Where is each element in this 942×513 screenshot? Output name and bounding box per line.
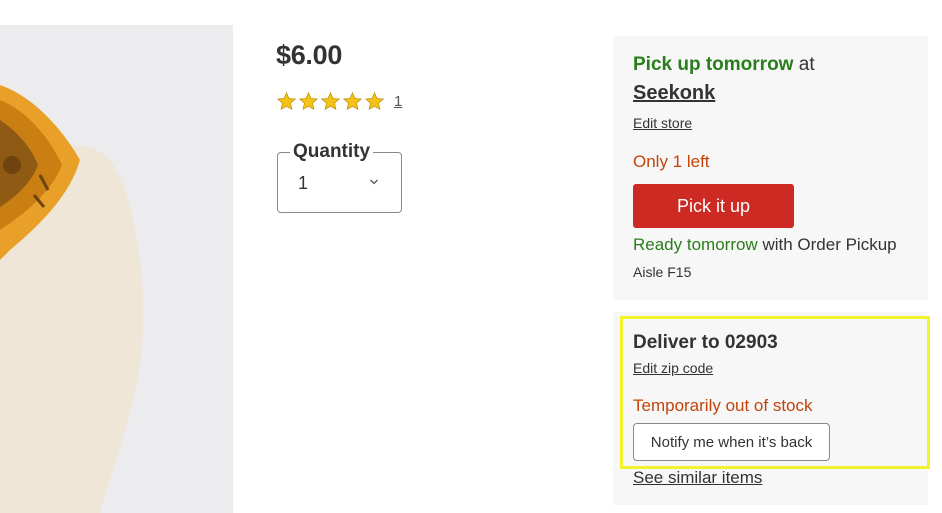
pickup-card: Pick up tomorrow at Seekonk Edit store O… [613, 36, 928, 300]
stock-note: Only 1 left [633, 152, 710, 171]
quantity-label: Quantity [290, 141, 374, 163]
star-icon [298, 91, 319, 110]
aisle-location: Aisle F15 [633, 264, 692, 280]
stock-status: Temporarily out of stock [633, 396, 813, 415]
see-similar-items-link[interactable]: See similar items [633, 468, 762, 488]
edit-store-link[interactable]: Edit store [633, 115, 692, 131]
quantity-select[interactable]: Quantity 1 [277, 141, 402, 213]
pickup-at: at [793, 54, 815, 75]
product-price: $6.00 [276, 40, 343, 70]
ready-timing: Ready tomorrow [633, 235, 758, 254]
pickup-timing: Pick up tomorrow [633, 54, 794, 75]
chevron-down-icon [370, 179, 378, 185]
pickup-headline: Pick up tomorrow at [633, 54, 815, 76]
star-icon [276, 91, 297, 110]
delivery-card: Deliver to 02903 Edit zip code Temporari… [613, 312, 928, 505]
star-icon [364, 91, 385, 110]
notify-me-button[interactable]: Notify me when it’s back [633, 423, 830, 461]
star-icon [320, 91, 341, 110]
pick-it-up-button[interactable]: Pick it up [633, 184, 794, 228]
scarf-on-mannequin-image [0, 25, 233, 513]
store-name-link[interactable]: Seekonk [633, 82, 715, 105]
edit-zip-link[interactable]: Edit zip code [633, 360, 713, 376]
rating-row[interactable]: 1 [276, 91, 402, 112]
product-image[interactable] [0, 25, 233, 513]
ready-method: with Order Pickup [757, 235, 897, 254]
ready-line: Ready tomorrow with Order Pickup [633, 235, 897, 255]
rating-count-link[interactable]: 1 [394, 93, 402, 110]
deliver-title: Deliver to 02903 [633, 332, 778, 353]
quantity-value: 1 [298, 173, 309, 193]
star-icon [342, 91, 363, 110]
